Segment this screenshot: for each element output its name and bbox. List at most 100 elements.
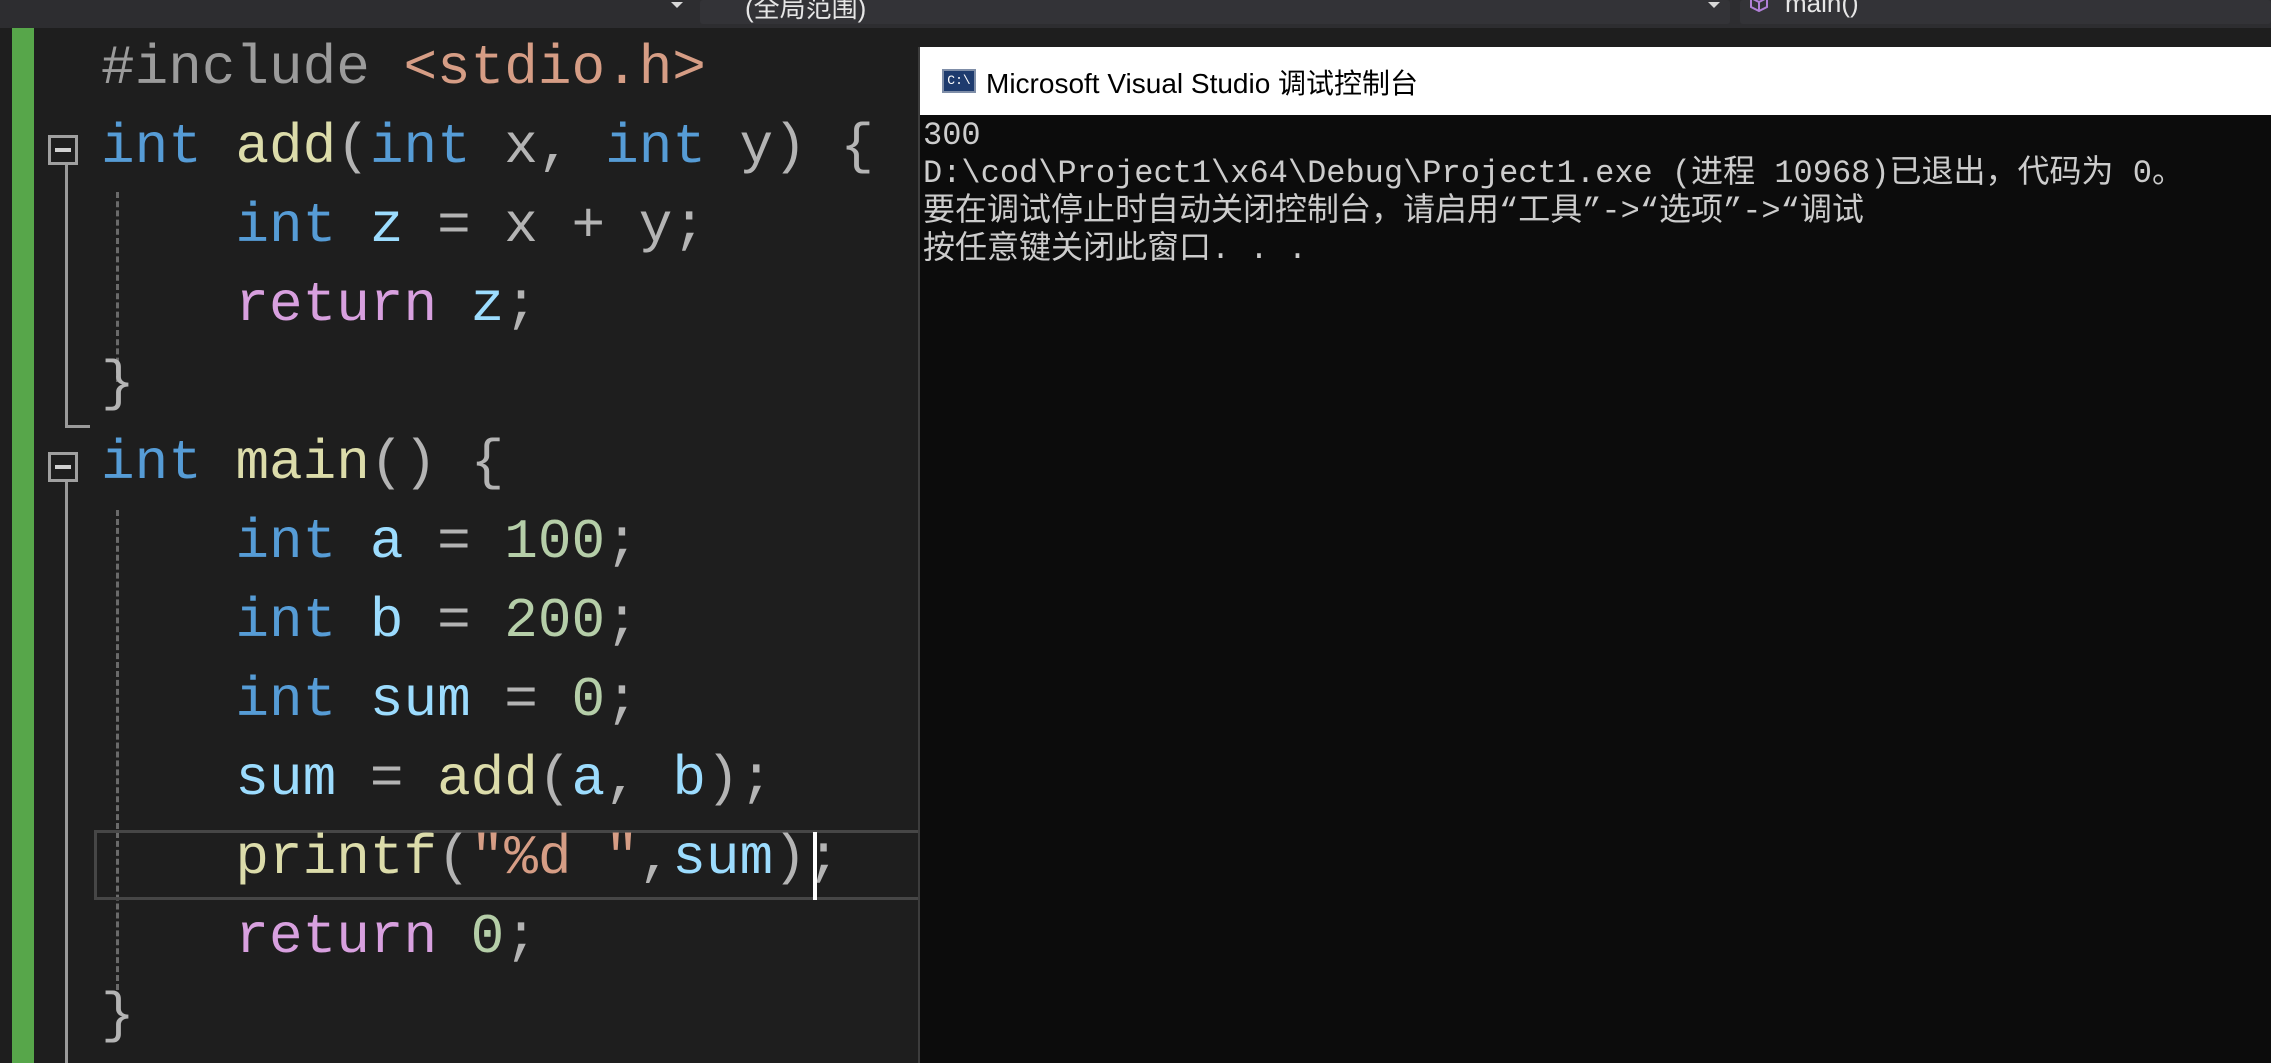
text-caret: [813, 832, 817, 900]
code-token: ,: [605, 747, 673, 811]
code-token: a: [571, 747, 606, 811]
code-token: <stdio.h>: [403, 36, 706, 100]
collapse-main-icon[interactable]: [48, 452, 78, 482]
code-token: printf: [235, 826, 438, 890]
code-token: ;: [605, 589, 639, 653]
code-token: (: [336, 115, 370, 179]
code-line[interactable]: int sum = 0;: [101, 672, 638, 728]
code-token: sum: [369, 668, 471, 732]
console-title: Microsoft Visual Studio 调试控制台: [986, 68, 1419, 99]
code-line[interactable]: sum = add(a, b);: [101, 751, 773, 807]
member-dropdown-label: main(): [1785, 0, 1859, 18]
code-token: return: [235, 905, 438, 969]
code-token: 0: [470, 905, 505, 969]
code-token: b: [672, 747, 706, 811]
code-token: ;: [504, 273, 538, 337]
code-token: #include: [101, 36, 404, 100]
code-line[interactable]: int z = x + y;: [101, 198, 706, 254]
code-token: 200: [504, 589, 606, 653]
code-token: int: [235, 194, 337, 258]
code-line[interactable]: int main() {: [101, 435, 504, 491]
code-token: () {: [369, 431, 505, 495]
code-token: x,: [470, 115, 606, 179]
code-token: int: [235, 510, 337, 574]
code-token: ;: [605, 668, 639, 732]
code-token: add: [235, 115, 337, 179]
code-token: =: [470, 668, 572, 732]
code-line[interactable]: return 0;: [101, 909, 537, 965]
outline-line: [65, 482, 68, 1063]
code-token: int: [235, 668, 337, 732]
code-token: =: [403, 510, 505, 574]
code-token: int: [101, 115, 202, 179]
code-token: sum: [235, 747, 337, 811]
code-token: = x + y;: [403, 194, 706, 258]
code-token: (: [537, 747, 572, 811]
code-token: "%d ": [470, 826, 639, 890]
code-line[interactable]: #include <stdio.h>: [101, 40, 706, 96]
code-token: int: [101, 431, 202, 495]
console-title-bar[interactable]: C:\ Microsoft Visual Studio 调试控制台: [920, 47, 2271, 115]
code-token: z: [369, 194, 404, 258]
console-line: 要在调试停止时自动关闭控制台，请启用“工具”->“选项”->“调试: [923, 193, 1864, 230]
code-token: }: [101, 984, 135, 1048]
outline-end: [65, 425, 90, 428]
code-token: 0: [571, 668, 606, 732]
change-tracking-bar: [12, 28, 34, 1063]
code-token: y) {: [705, 115, 874, 179]
code-token: ;: [605, 510, 639, 574]
code-token: main: [235, 431, 370, 495]
code-token: b: [369, 589, 404, 653]
cube-icon: [1750, 0, 1768, 13]
code-token: );: [773, 826, 841, 890]
code-token: );: [705, 747, 774, 811]
code-token: =: [403, 589, 505, 653]
code-line[interactable]: printf("%d ",sum);: [101, 830, 840, 886]
code-token: =: [336, 747, 438, 811]
console-line: D:\cod\Project1\x64\Debug\Project1.exe (…: [923, 155, 2184, 192]
console-output: 300 D:\cod\Project1\x64\Debug\Project1.e…: [923, 117, 2184, 269]
debug-console-window[interactable]: C:\ Microsoft Visual Studio 调试控制台 300 D:…: [918, 47, 2271, 1063]
code-token: return: [235, 273, 438, 337]
code-token: int: [369, 115, 471, 179]
chevron-down-icon[interactable]: [1708, 2, 1720, 8]
code-token: add: [437, 747, 538, 811]
code-token: 100: [504, 510, 606, 574]
code-token: (: [437, 826, 471, 890]
console-line: 按任意键关闭此窗口. . .: [923, 231, 1308, 268]
code-line[interactable]: return z;: [101, 277, 537, 333]
code-token: a: [369, 510, 404, 574]
code-line[interactable]: }: [101, 356, 135, 412]
scope-dropdown-label: (全局范围): [745, 0, 867, 23]
code-token: sum: [672, 826, 774, 890]
console-app-icon: C:\: [942, 69, 976, 93]
code-token: }: [101, 352, 135, 416]
code-token: z: [470, 273, 505, 337]
code-line[interactable]: int a = 100;: [101, 514, 638, 570]
navigation-bar: (全局范围) main(): [0, 0, 2271, 28]
chevron-down-icon[interactable]: [671, 2, 683, 8]
console-line: 300: [923, 117, 981, 154]
code-line[interactable]: int b = 200;: [101, 593, 638, 649]
code-line[interactable]: int add(int x, int y) {: [101, 119, 874, 175]
code-token: ,: [638, 826, 673, 890]
code-line[interactable]: }: [101, 988, 135, 1044]
collapse-add-icon[interactable]: [48, 135, 78, 165]
code-token: int: [235, 589, 337, 653]
